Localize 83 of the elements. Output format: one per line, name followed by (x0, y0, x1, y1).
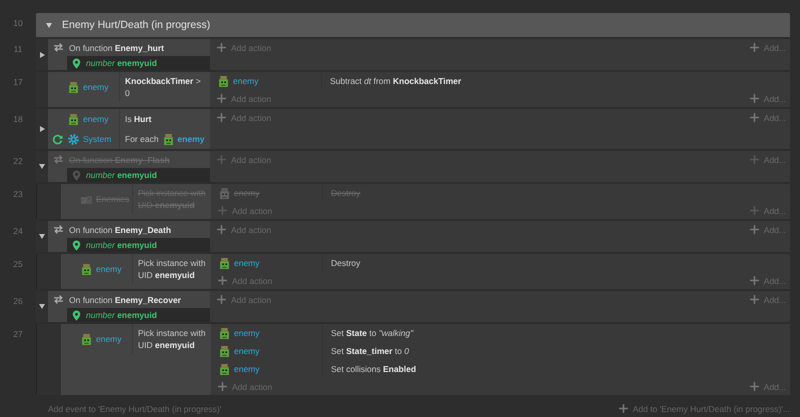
plus-icon (216, 224, 227, 235)
plus-icon (748, 224, 760, 235)
character-icon (219, 364, 230, 374)
action-text[interactable]: Destroy (331, 258, 360, 268)
condition-text[interactable]: Pick instance with UID enemyuid (138, 327, 206, 351)
plus-icon (216, 154, 227, 165)
line-number: 22 (12, 155, 24, 168)
condition-text[interactable]: Is Hurt (125, 113, 152, 125)
function-trigger-text[interactable]: On function Enemy_hurt (69, 42, 164, 52)
plus-icon (216, 93, 227, 104)
action-text[interactable]: Set State_timer to 0 (331, 346, 409, 356)
pin-icon (71, 310, 82, 320)
plus-icon (748, 154, 760, 165)
swap-arrows-icon (53, 42, 64, 53)
plus-icon (216, 112, 227, 123)
line-number: 25 (12, 258, 24, 271)
swap-arrows-icon (53, 154, 64, 165)
swap-arrows-icon (53, 224, 64, 235)
function-trigger-text[interactable]: On function Enemy_Death (69, 224, 172, 234)
plus-icon (216, 294, 227, 305)
object-name[interactable]: System (83, 134, 112, 144)
character-icon (68, 82, 79, 92)
object-name[interactable]: enemy (83, 114, 109, 124)
character-icon (68, 114, 79, 124)
function-trigger-text[interactable]: On function Enemy_Recover (69, 294, 181, 304)
add-to-group-link[interactable]: Add to 'Enemy Hurt/Death (in progress)'... (618, 403, 790, 414)
action-text[interactable]: Set collisions Enabled (331, 364, 416, 374)
plus-icon (217, 381, 228, 392)
line-number: 26 (12, 295, 24, 308)
line-number: 18 (12, 113, 24, 126)
object-name[interactable]: enemy (233, 76, 259, 86)
object-name[interactable]: enemy (83, 82, 109, 92)
parameter-field[interactable]: number enemyuid (67, 56, 210, 70)
swap-arrows-icon (53, 294, 64, 305)
object-name[interactable]: enemy (178, 133, 204, 145)
group-header[interactable]: Enemy Hurt/Death (in progress) (36, 13, 790, 37)
add-event-link[interactable]: Add event to 'Enemy Hurt/Death (in progress)' (48, 404, 222, 414)
pin-icon (71, 240, 82, 250)
plus-icon (216, 42, 227, 53)
plus-icon (748, 205, 760, 216)
plus-icon (748, 381, 760, 392)
group-title: Enemy Hurt/Death (in progress) (62, 19, 210, 31)
character-icon (162, 134, 174, 144)
action-text[interactable]: Set State to "walking" (331, 328, 414, 338)
object-name[interactable]: enemy (96, 264, 122, 274)
character-icon (219, 328, 230, 338)
object-name[interactable]: enemy (234, 364, 260, 374)
line-number: 27 (12, 328, 24, 341)
character-icon (219, 188, 230, 198)
object-name[interactable]: enemy (234, 258, 260, 268)
expanded-triangle-icon[interactable] (46, 22, 52, 28)
object-name[interactable]: enemy (234, 328, 260, 338)
plus-icon (748, 93, 760, 104)
character-icon (219, 258, 230, 268)
object-name[interactable]: enemy (96, 334, 122, 344)
line-number: 10 (12, 17, 24, 30)
character-icon (81, 264, 92, 274)
pin-icon (71, 58, 82, 68)
character-icon (218, 76, 229, 86)
plus-icon (748, 42, 760, 53)
line-number: 24 (12, 225, 24, 238)
character-icon (81, 334, 92, 344)
plus-icon (217, 275, 228, 286)
loop-icon (52, 134, 63, 144)
group-icon (81, 194, 92, 204)
line-number: 23 (12, 188, 24, 201)
character-icon (219, 346, 230, 356)
parameter-field[interactable]: number enemyuid (67, 308, 210, 322)
plus-icon (748, 294, 760, 305)
object-name[interactable]: enemy (234, 346, 260, 356)
pin-icon (71, 170, 82, 180)
condition-text[interactable]: Pick instance with UID enemyuid (138, 257, 206, 281)
condition-text[interactable]: KnockbackTimer > 0 (125, 75, 205, 99)
plus-icon (217, 205, 228, 216)
plus-icon (748, 275, 760, 286)
plus-icon (748, 112, 760, 123)
parameter-field[interactable]: number enemyuid (67, 238, 210, 252)
condition-text[interactable]: For each (125, 133, 159, 145)
line-number: 11 (12, 43, 24, 56)
plus-icon (618, 403, 629, 414)
action-text[interactable]: Subtract dt from KnockbackTimer (330, 76, 462, 86)
line-number: 17 (12, 76, 24, 89)
gear-icon (68, 134, 79, 144)
